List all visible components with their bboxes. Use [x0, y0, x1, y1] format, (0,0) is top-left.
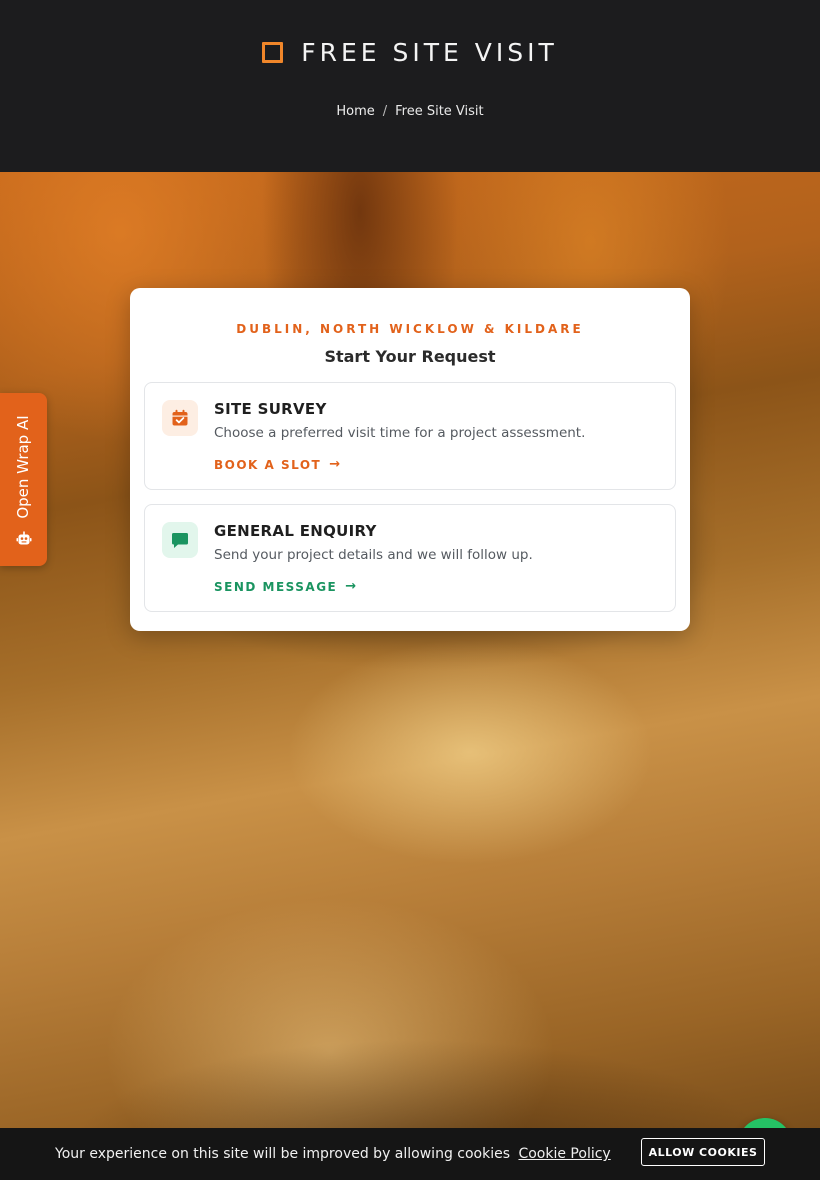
- title-row: FREE SITE VISIT: [0, 38, 820, 67]
- breadcrumb-current: Free Site Visit: [395, 104, 484, 119]
- open-wrap-ai-tab[interactable]: Open Wrap AI: [0, 393, 47, 566]
- site-survey-title: SITE SURVEY: [214, 400, 327, 418]
- general-enquiry-description: Send your project details and we will fo…: [214, 547, 533, 563]
- service-area-label: DUBLIN, NORTH WICKLOW & KILDARE: [236, 322, 584, 336]
- arrow-right-icon: →: [345, 579, 358, 594]
- allow-cookies-button[interactable]: ALLOW COOKIES: [641, 1138, 765, 1166]
- site-survey-option[interactable]: SITE SURVEY Choose a preferred visit tim…: [144, 382, 676, 490]
- square-outline-icon: [262, 42, 284, 63]
- book-a-slot-label: BOOK A SLOT: [214, 457, 322, 472]
- page-title: FREE SITE VISIT: [301, 38, 558, 67]
- calendar-check-icon: [162, 400, 198, 436]
- page-header: FREE SITE VISIT Home / Free Site Visit: [0, 0, 820, 172]
- card-title: Start Your Request: [324, 347, 496, 366]
- cookie-text: Your experience on this site will be imp…: [55, 1146, 511, 1162]
- request-card: DUBLIN, NORTH WICKLOW & KILDARE Start Yo…: [130, 288, 690, 631]
- breadcrumb: Home / Free Site Visit: [0, 104, 820, 119]
- breadcrumb-separator: /: [382, 104, 388, 119]
- send-message-label: SEND MESSAGE: [214, 579, 338, 594]
- chat-bubble-icon: [162, 522, 198, 558]
- site-survey-description: Choose a preferred visit time for a proj…: [214, 425, 586, 441]
- general-enquiry-option[interactable]: GENERAL ENQUIRY Send your project detail…: [144, 504, 676, 612]
- open-wrap-ai-label: Open Wrap AI: [14, 415, 32, 519]
- cookie-message: Your experience on this site will be imp…: [55, 1146, 611, 1162]
- send-message-link[interactable]: SEND MESSAGE →: [214, 579, 358, 594]
- arrow-right-icon: →: [329, 457, 342, 472]
- book-a-slot-link[interactable]: BOOK A SLOT →: [214, 457, 342, 472]
- general-enquiry-title: GENERAL ENQUIRY: [214, 522, 377, 540]
- cookie-banner: Your experience on this site will be imp…: [0, 1128, 820, 1180]
- cookie-policy-link[interactable]: Cookie Policy: [518, 1146, 610, 1162]
- breadcrumb-home-link[interactable]: Home: [336, 104, 374, 119]
- robot-icon: [16, 531, 32, 551]
